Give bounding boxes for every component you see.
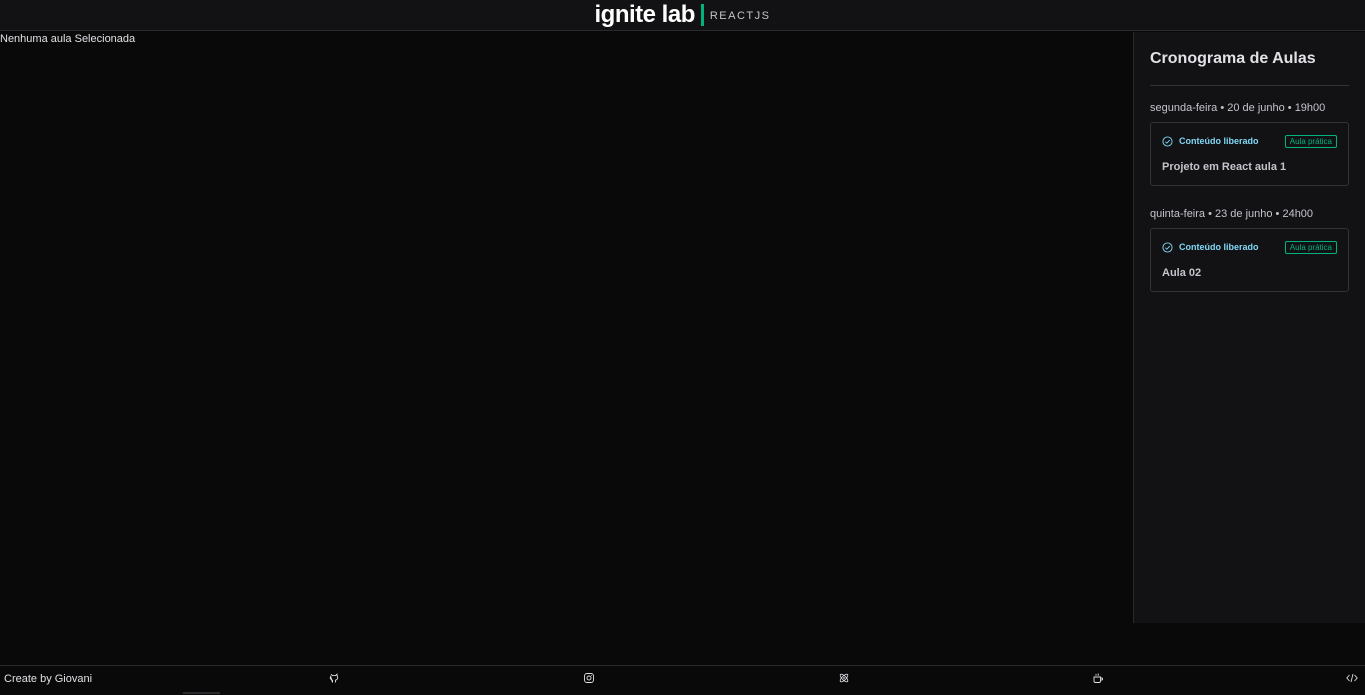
footer: Create by Giovani: [0, 665, 1365, 695]
header: ignite lab REACTJS: [0, 0, 1365, 31]
lesson-title: Projeto em React aula 1: [1162, 161, 1287, 173]
lesson-status: Conteúdo liberado: [1162, 135, 1259, 147]
instagram-icon[interactable]: [583, 672, 595, 684]
lesson-status-label: Conteúdo liberado: [1179, 242, 1259, 252]
lesson-type-badge: Aula prática: [1284, 240, 1337, 254]
lesson-card-header: Conteúdo liberado Aula prática: [1162, 240, 1337, 254]
github-icon[interactable]: [328, 672, 340, 684]
lesson-sidebar: Cronograma de Aulas segunda-feira • 20 d…: [1133, 32, 1365, 623]
lesson-card[interactable]: Conteúdo liberado Aula prática Projeto e…: [1150, 122, 1349, 186]
check-circle-icon: [1162, 135, 1173, 147]
footer-scroll-indicator: [183, 692, 220, 694]
check-circle-icon: [1162, 241, 1173, 253]
react-icon[interactable]: [838, 672, 850, 684]
sidebar-title: Cronograma de Aulas: [1150, 50, 1349, 86]
video-area: Nenhuma aula Selecionada: [0, 32, 1133, 623]
code-icon[interactable]: [1346, 672, 1358, 684]
lesson-status: Conteúdo liberado: [1162, 241, 1259, 253]
lesson-date: segunda-feira • 20 de junho • 19h00: [1150, 102, 1326, 114]
empty-lesson-message: Nenhuma aula Selecionada: [0, 33, 136, 45]
logo-text: ignite lab: [594, 1, 696, 28]
lesson-item: segunda-feira • 20 de junho • 19h00 Cont…: [1150, 102, 1349, 186]
lesson-type-badge: Aula prática: [1284, 134, 1337, 148]
coffee-icon[interactable]: [1092, 672, 1104, 684]
lesson-title: Aula 02: [1162, 267, 1202, 279]
logo-divider: [700, 4, 704, 26]
logo-subtitle: REACTJS: [709, 10, 771, 22]
lesson-date: quinta-feira • 23 de junho • 24h00: [1150, 208, 1314, 220]
lesson-card[interactable]: Conteúdo liberado Aula prática Aula 02: [1150, 228, 1349, 292]
lesson-status-label: Conteúdo liberado: [1179, 136, 1259, 146]
lesson-item: quinta-feira • 23 de junho • 24h00 Conte…: [1150, 208, 1349, 292]
logo[interactable]: ignite lab REACTJS: [595, 3, 771, 27]
lesson-card-header: Conteúdo liberado Aula prática: [1162, 134, 1337, 148]
footer-credit: Create by Giovani: [4, 673, 93, 685]
